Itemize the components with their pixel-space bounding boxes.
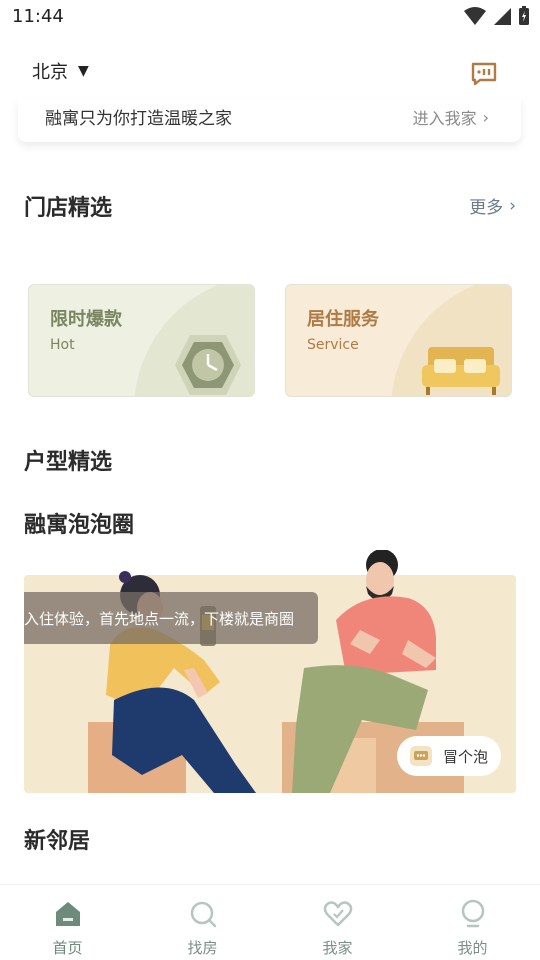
status-time: 11:44 — [12, 6, 64, 27]
chevron-right-icon: › — [482, 107, 489, 127]
more-label: 更多 — [469, 198, 504, 218]
post-bubble-button[interactable]: 冒个泡 — [397, 736, 501, 776]
nav-item-profile[interactable]: 我的 — [405, 885, 540, 960]
chat-bubble-icon[interactable] — [470, 60, 498, 88]
battery-icon — [519, 6, 529, 25]
post-bubble-label: 冒个泡 — [443, 747, 489, 766]
enter-home-label: 进入我家 — [412, 109, 477, 128]
promo-service-title: 居住服务 — [307, 309, 379, 330]
nav-label-profile: 我的 — [457, 939, 488, 957]
top-bar: 北京 ▼ — [0, 46, 540, 96]
section-title-neighbors: 新邻居 — [24, 829, 91, 854]
chevron-right-icon: › — [509, 195, 516, 216]
signal-icon — [494, 8, 511, 25]
home-icon — [55, 902, 80, 926]
section-title-layouts: 户型精选 — [24, 450, 113, 475]
city-selector[interactable]: 北京 ▼ — [32, 58, 89, 84]
bubble-ticker: 入住体验，首先地点一流，下楼就是商圈 — [24, 592, 318, 644]
nav-label-find: 找房 — [187, 939, 218, 957]
welcome-text: 融寓只为你打造温暖之家 — [45, 109, 232, 129]
enter-home-link[interactable]: 进入我家 › — [413, 105, 489, 129]
promo-card-service[interactable]: 居住服务 Service — [285, 284, 512, 397]
profile-icon — [461, 899, 484, 928]
promo-card-hot[interactable]: 限时爆款 Hot — [28, 284, 255, 397]
bottom-nav: 首页 找房 我家 我的 — [0, 884, 540, 960]
promo-hot-title: 限时爆款 — [50, 309, 122, 330]
sofa-icon — [422, 347, 500, 395]
wifi-icon — [464, 7, 486, 25]
section-title-bubbles: 融寓泡泡圈 — [24, 513, 135, 538]
nav-item-myhome[interactable]: 我家 — [270, 885, 405, 960]
caret-down-icon: ▼ — [78, 63, 89, 79]
section-title-stores: 门店精选 — [24, 196, 113, 221]
clock-icon — [175, 335, 241, 395]
nav-label-myhome: 我家 — [322, 939, 353, 957]
welcome-card: 融寓只为你打造温暖之家 进入我家 › — [18, 98, 521, 142]
nav-item-find[interactable]: 找房 — [135, 885, 270, 960]
promo-hot-subtitle: Hot — [50, 337, 75, 353]
nav-item-home[interactable]: 首页 — [0, 885, 135, 960]
city-label: 北京 — [32, 62, 68, 83]
more-link[interactable]: 更多 › — [469, 193, 516, 219]
bubble-post-icon — [410, 746, 432, 766]
heart-icon — [323, 901, 352, 927]
promo-service-subtitle: Service — [307, 337, 359, 353]
status-icons — [464, 6, 530, 26]
search-icon — [190, 901, 216, 928]
status-bar: 11:44 — [0, 0, 540, 36]
nav-label-home: 首页 — [52, 939, 83, 957]
